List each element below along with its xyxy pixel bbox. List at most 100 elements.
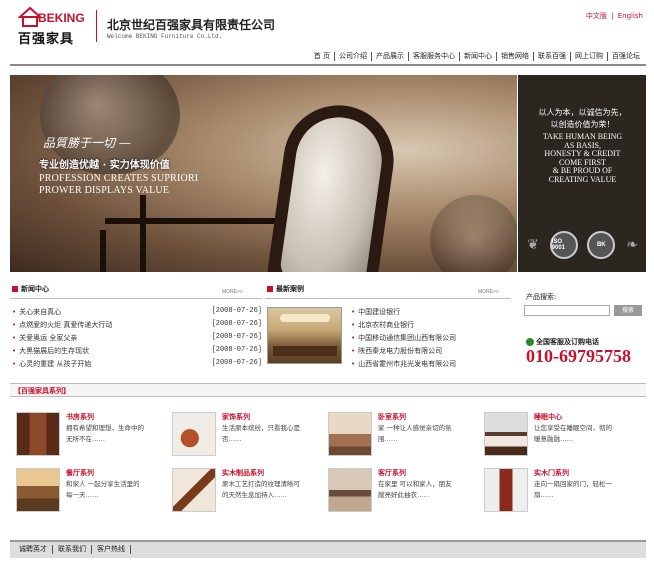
case-item[interactable]: • 陕西秦龙电力股份有限公司 xyxy=(351,346,511,358)
search-label: 产品搜索: xyxy=(526,293,557,301)
slogan-cn-1: 以人为本，以诚信为先， xyxy=(538,108,627,117)
case-item[interactable]: • 中国建设银行 xyxy=(351,307,511,319)
product-card[interactable]: 卧室系列 家 一种让人感觉亲切的氛围…… xyxy=(328,412,478,460)
bed-thumbnail[interactable] xyxy=(484,412,528,456)
nav-service[interactable]: 客服服务中心 xyxy=(408,52,459,61)
product-card[interactable]: 家饰系列 生活原本缤纷，只看我心是否…… xyxy=(172,412,322,460)
certification-badges: ❦ ISO 9001 BK ❧ xyxy=(526,231,639,259)
lang-cn-link[interactable]: 中文版 xyxy=(586,12,607,20)
news-item-date: [2008-07-26] xyxy=(211,333,262,341)
hero-banner: 品質勝于一切 — 专业创造优越 · 实力体现价值 PROFESSION CREA… xyxy=(10,75,517,272)
product-name[interactable]: 实木制品系列 xyxy=(222,468,264,478)
nav-sales-network[interactable]: 销售网络 xyxy=(496,52,533,61)
bullet-icon: • xyxy=(12,308,17,316)
bullet-icon: • xyxy=(351,347,356,355)
bullet-icon: • xyxy=(351,334,356,342)
footer-link-hotline[interactable]: 客户热线 xyxy=(92,545,131,554)
news-item-text: 关爱奥运 全家父亲 xyxy=(19,334,78,342)
product-card[interactable]: 实木制品系列 原木工艺打造的纹理清晰可的天然生息加持入…… xyxy=(172,468,322,516)
news-item[interactable]: • 点燃爱的火炬 真爱传递大行动 [2008-07-26] xyxy=(12,320,262,332)
news-item[interactable]: • 关爱奥运 全家父亲 [2008-07-26] xyxy=(12,333,262,345)
dining-thumbnail[interactable] xyxy=(16,468,60,512)
slogan-panel: 以人为本，以诚信为先， 以创造价值为荣！ TAKE HUMAN BEING AS… xyxy=(517,75,646,272)
section-marker-icon xyxy=(12,286,18,292)
product-name[interactable]: 餐厅系列 xyxy=(66,468,94,478)
living-room-thumbnail[interactable] xyxy=(328,468,372,512)
search-input[interactable] xyxy=(524,305,610,316)
banner-english-1: PROFESSION CREATES SUPRIORI xyxy=(39,173,199,184)
chair-frame xyxy=(100,230,106,272)
product-name[interactable]: 睡眠中心 xyxy=(534,412,562,422)
lang-en-link[interactable]: English xyxy=(618,12,643,20)
wine-glass-image xyxy=(430,195,517,272)
bookshelf-thumbnail[interactable] xyxy=(16,412,60,456)
nav-about[interactable]: 公司介绍 xyxy=(334,52,371,61)
product-desc: 家 一种让人感觉亲切的氛围…… xyxy=(378,424,452,443)
nav-news[interactable]: 新闻中心 xyxy=(459,52,496,61)
news-item-text: 心灵的重建 从孩子开始 xyxy=(19,360,92,368)
banner-headline: 专业创造优越 · 实力体现价值 xyxy=(39,160,170,171)
case-item[interactable]: • 中国移动通信集团山西有限公司 xyxy=(351,333,511,345)
news-item[interactable]: • 大黑猫展后的生存现状 [2008-07-26] xyxy=(12,346,262,358)
news-item-date: [2008-07-26] xyxy=(211,307,262,315)
footer-link-jobs[interactable]: 诚聘英才 xyxy=(14,545,53,554)
laurel-right-icon: ❧ xyxy=(626,237,638,253)
product-card[interactable]: 实木门系列 走向一扇回家的门，轻松一扇…… xyxy=(484,468,634,516)
vase-thumbnail[interactable] xyxy=(172,412,216,456)
news-item-text: 关心来自真心 xyxy=(19,308,62,316)
door-thumbnail[interactable] xyxy=(484,468,528,512)
footer-link-contact[interactable]: 联系我们 xyxy=(53,545,92,554)
case-item-text: 北京农村商业银行 xyxy=(358,321,415,329)
news-item[interactable]: • 关心来自真心 [2008-07-26] xyxy=(12,307,262,319)
cases-more-link[interactable]: MORE>> xyxy=(478,289,499,295)
slogan-en-line: CREATING VALUE xyxy=(548,174,617,184)
bullet-icon: • xyxy=(351,308,356,316)
product-card[interactable]: 客厅系列 在家里 可以和家人，朋友敞亮好此抽衣…… xyxy=(328,468,478,516)
footer-links: 诚聘英才 联系我们 客户热线 xyxy=(14,545,131,554)
lang-separator: | xyxy=(611,12,614,20)
footer: 诚聘英才 联系我们 客户热线 xyxy=(10,540,646,558)
news-rule xyxy=(10,298,262,299)
bullet-icon: • xyxy=(12,334,17,342)
laurel-left-icon: ❦ xyxy=(527,237,539,253)
news-item-date: [2008-07-26] xyxy=(211,320,262,328)
product-card[interactable]: 睡眠中心 让您享受在睡眠空间，彻的暖意融融…… xyxy=(484,412,634,460)
case-item[interactable]: • 北京农村商业银行 xyxy=(351,320,511,332)
phone-icon xyxy=(526,338,534,346)
product-name[interactable]: 家饰系列 xyxy=(222,412,250,422)
nav-order[interactable]: 网上订购 xyxy=(570,52,607,61)
news-item[interactable]: • 心灵的重建 从孩子开始 [2008-07-26] xyxy=(12,359,262,371)
product-desc: 让您享受在睡眠空间，彻的暖意融融…… xyxy=(534,424,612,443)
product-desc: 和家人 一起分享生活里的每一天…… xyxy=(66,480,140,499)
product-name[interactable]: 卧室系列 xyxy=(378,412,406,422)
product-name[interactable]: 客厅系列 xyxy=(378,468,406,478)
product-name[interactable]: 实木门系列 xyxy=(534,468,569,478)
nav-forum[interactable]: 百强论坛 xyxy=(607,52,644,61)
news-item-text: 大黑猫展后的生存现状 xyxy=(19,347,90,355)
case-item[interactable]: • 山西省霍州市兆光发电有限公司 xyxy=(351,359,511,371)
product-desc: 生活原本缤纷，只看我心是否…… xyxy=(222,424,300,443)
bedroom-thumbnail[interactable] xyxy=(328,412,372,456)
section-marker-icon xyxy=(267,286,273,292)
search-button[interactable]: 搜索 xyxy=(614,305,642,316)
news-more-link[interactable]: MORE>> xyxy=(222,289,243,295)
counter-image xyxy=(273,346,337,356)
nav-contact[interactable]: 联系百强 xyxy=(533,52,570,61)
product-name[interactable]: 书房系列 xyxy=(66,412,94,422)
news-item-text: 点燃爱的火炬 真爱传递大行动 xyxy=(19,321,113,329)
product-card[interactable]: 书房系列 拥有希望和理想，生命中的无所不在…… xyxy=(16,412,166,460)
ceiling-light-image xyxy=(280,314,330,322)
case-photo[interactable] xyxy=(267,307,342,364)
language-switch: 中文版 | English xyxy=(585,11,644,21)
logo[interactable]: BEKING 百强家具 xyxy=(18,5,85,47)
bullet-icon: • xyxy=(351,321,356,329)
stairs-thumbnail[interactable] xyxy=(172,468,216,512)
case-item-text: 中国移动通信集团山西有限公司 xyxy=(358,334,457,342)
product-card[interactable]: 餐厅系列 和家人 一起分享生活里的每一天…… xyxy=(16,468,166,516)
nav-products[interactable]: 产品展示 xyxy=(371,52,408,61)
product-desc: 原木工艺打造的纹理清晰可的天然生息加持入…… xyxy=(222,480,300,499)
product-desc: 拥有希望和理想，生命中的无所不在…… xyxy=(66,424,144,443)
header-rule xyxy=(10,64,646,66)
nav-home[interactable]: 首 页 xyxy=(310,52,334,61)
logo-brand-en: BEKING xyxy=(38,11,85,25)
